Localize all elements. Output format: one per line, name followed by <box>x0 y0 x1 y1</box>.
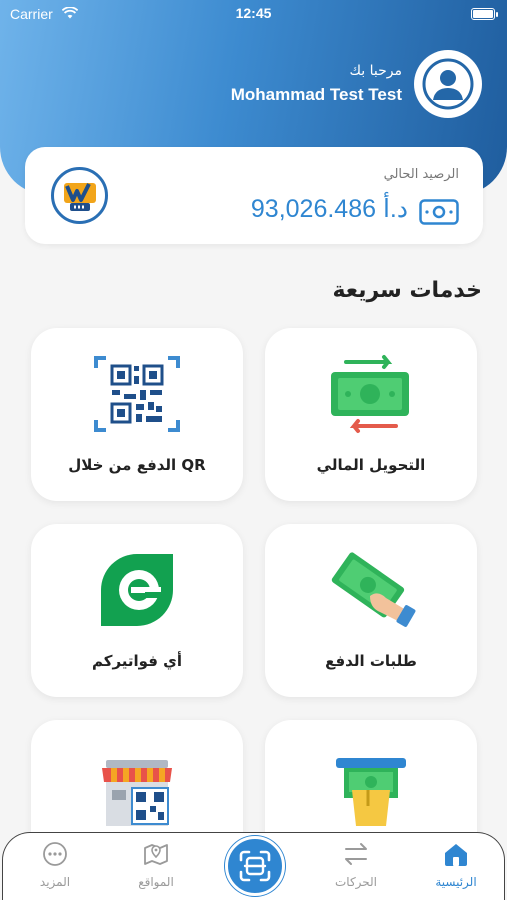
efawateercom-icon <box>31 544 243 636</box>
greeting-text: مرحبا بك <box>349 63 402 79</box>
user-icon <box>422 58 474 110</box>
balance-label: الرصيد الحالي <box>383 167 459 182</box>
profile-avatar[interactable] <box>414 50 482 118</box>
atm-withdraw-icon <box>265 740 477 832</box>
map-icon <box>144 844 168 865</box>
status-bar: Carrier 12:45 <box>0 0 507 30</box>
bottom-navigation: الرئيسية الحركات المواقع المزيد <box>2 832 505 900</box>
nav-transactions[interactable]: الحركات <box>316 841 396 889</box>
nav-label: المزيد <box>39 875 71 889</box>
battery-icon <box>471 8 498 20</box>
user-name: Mohammad Test Test <box>230 85 402 104</box>
qr-code-icon <box>31 348 243 440</box>
tile-label: الدفع من خلال QR <box>68 456 206 474</box>
tile-label: التحويل المالي <box>316 456 426 474</box>
tile-money-transfer[interactable]: التحويل المالي <box>265 328 477 501</box>
more-icon <box>43 842 67 866</box>
balance-card: الرصيد الحالي 93,026.486 د.أ <box>25 147 483 244</box>
scan-button[interactable] <box>225 836 285 896</box>
tile-efawateercom[interactable]: أي فواتيركم <box>31 524 243 697</box>
nav-label: الرئيسية <box>435 875 477 889</box>
status-time: 12:45 <box>235 5 272 21</box>
hand-cash-icon <box>265 544 477 636</box>
home-icon <box>445 844 467 866</box>
scan-icon <box>239 850 271 882</box>
tile-label: طلبات الدفع <box>325 652 417 670</box>
nav-label: الحركات <box>334 875 378 889</box>
store-qr-icon <box>31 740 243 832</box>
balance-value: 93,026.486 د.أ <box>250 195 408 223</box>
tile-qr-payment[interactable]: الدفع من خلال QR <box>31 328 243 501</box>
wpay-logo <box>51 167 108 224</box>
nav-locations[interactable]: المواقع <box>116 841 196 889</box>
transactions-icon <box>345 843 367 865</box>
nav-more[interactable]: المزيد <box>15 841 95 889</box>
tile-label: أي فواتيركم <box>91 652 183 670</box>
tile-payment-requests[interactable]: طلبات الدفع <box>265 524 477 697</box>
money-bill-icon <box>419 199 459 229</box>
quick-services-title: خدمات سريعة <box>332 278 482 303</box>
money-transfer-icon <box>265 348 477 440</box>
nav-label: المواقع <box>138 875 174 889</box>
nav-home[interactable]: الرئيسية <box>416 841 496 889</box>
